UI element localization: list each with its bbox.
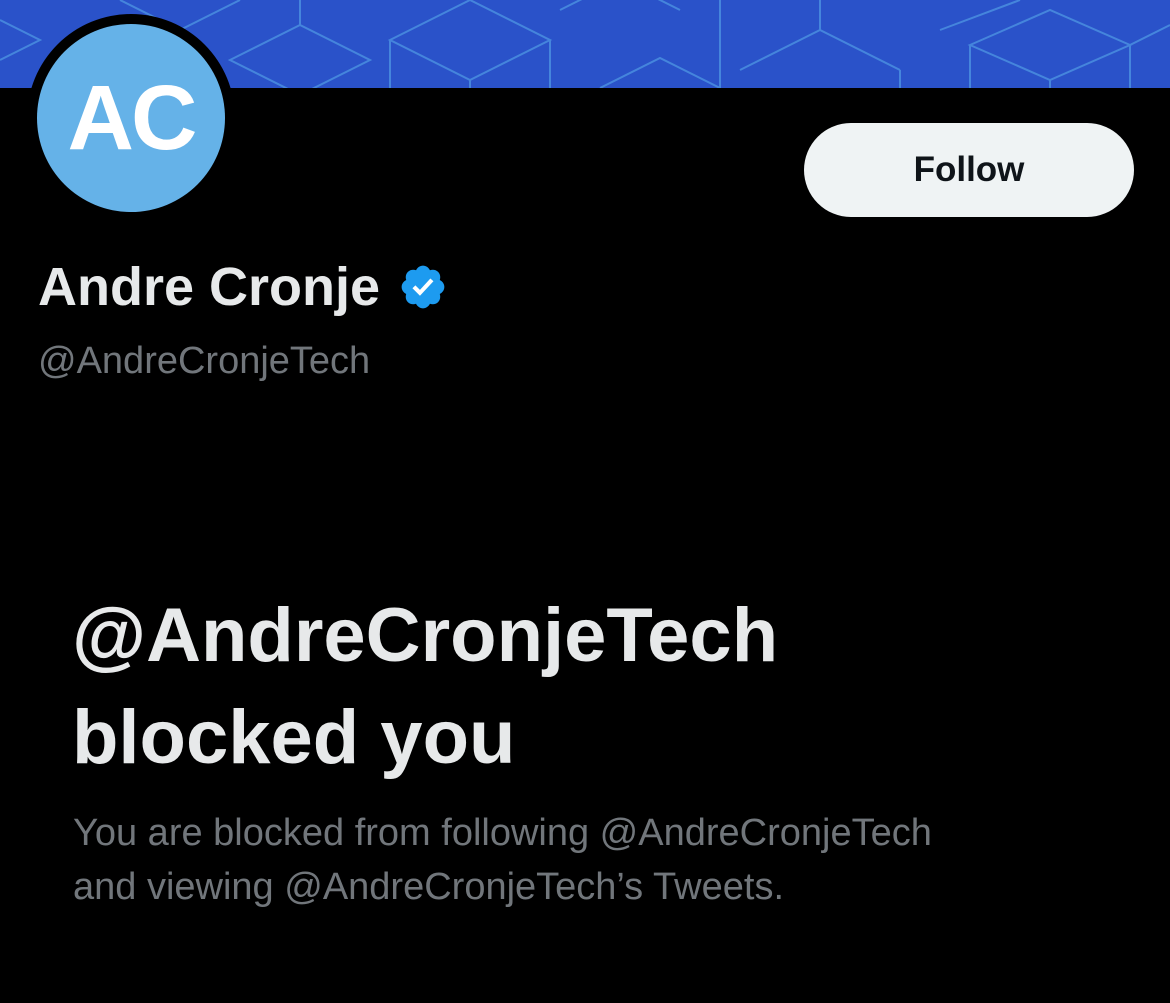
blocked-description-line2: and viewing @AndreCronjeTech’s Tweets. xyxy=(73,866,784,908)
follow-button-label: Follow xyxy=(913,150,1025,189)
avatar-initials: AC xyxy=(67,66,198,169)
blocked-description-line1: You are blocked from following @AndreCro… xyxy=(73,812,932,854)
blocked-title-handle: @AndreCronjeTech xyxy=(72,593,779,678)
blocked-title-text: blocked you xyxy=(72,695,516,780)
follow-button[interactable]: Follow xyxy=(804,123,1134,217)
profile-name-row: Andre Cronje xyxy=(38,255,448,319)
display-name: Andre Cronje xyxy=(38,257,381,317)
blocked-description: You are blocked from following @AndreCro… xyxy=(73,806,1133,914)
verified-badge-icon[interactable] xyxy=(398,262,448,312)
blocked-title: @AndreCronjeTech blocked you xyxy=(72,585,1072,789)
avatar[interactable]: AC xyxy=(37,24,225,212)
profile-handle: @AndreCronjeTech xyxy=(38,340,371,382)
